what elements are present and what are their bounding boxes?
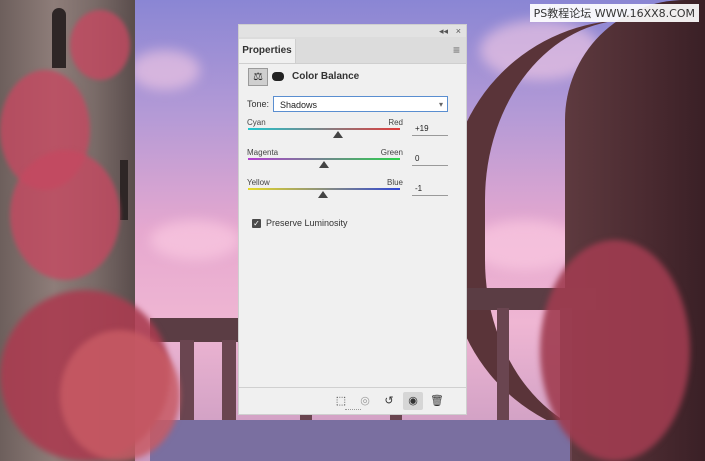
view-previous-state-icon[interactable]: ◎ [355, 392, 375, 410]
slider-magenta-green: Magenta Green 0 [239, 148, 466, 178]
slider-cyan-red: Cyan Red +19 [239, 118, 466, 148]
clip-to-layer-icon[interactable]: ⬚ [331, 392, 351, 410]
preserve-luminosity-label: Preserve Luminosity [266, 218, 348, 228]
slider-value-input[interactable]: -1 [412, 182, 448, 196]
mask-icon[interactable] [270, 68, 286, 86]
properties-panel: ◂◂ × Properties ≡ ⚖ Color Balance Tone: … [238, 24, 467, 415]
trash-icon[interactable]: 🗑 [427, 392, 447, 410]
slider-right-label: Red [388, 118, 403, 127]
slider-right-label: Green [380, 148, 403, 157]
close-button[interactable]: × [456, 25, 461, 37]
tab-properties[interactable]: Properties [239, 39, 296, 63]
slider-thumb[interactable] [319, 161, 329, 168]
panel-footer: ⬚ ◎ ↺ ◉ 🗑 [239, 387, 466, 414]
panel-topbar: ◂◂ × [239, 25, 466, 37]
slider-yellow-blue: Yellow Blue -1 [239, 178, 466, 208]
collapse-button[interactable]: ◂◂ [439, 25, 448, 37]
preserve-luminosity-row: ✓ Preserve Luminosity [239, 216, 466, 234]
watermark: PS教程论坛 WWW.16XX8.COM [529, 4, 699, 22]
slider-right-label: Blue [386, 178, 403, 187]
tone-select[interactable]: Shadows ▾ [273, 96, 448, 112]
tone-row: Tone: Shadows ▾ [239, 94, 466, 118]
slider-track[interactable] [248, 188, 400, 190]
tone-select-value: Shadows [280, 100, 318, 110]
slider-track[interactable] [248, 158, 400, 160]
slider-left-label: Yellow [247, 178, 270, 187]
adjustment-title: Color Balance [292, 71, 360, 82]
menu-icon[interactable]: ≡ [453, 43, 460, 57]
slider-left-label: Cyan [247, 118, 266, 127]
preserve-luminosity-checkbox[interactable]: ✓ [252, 219, 261, 228]
slider-thumb[interactable] [318, 191, 329, 198]
slider-value-input[interactable]: 0 [412, 152, 448, 166]
chevron-down-icon: ▾ [438, 100, 443, 109]
reset-icon[interactable]: ↺ [379, 392, 399, 410]
slider-left-label: Magenta [247, 148, 279, 157]
visibility-eye-icon[interactable]: ◉ [403, 392, 423, 410]
adjustment-header: ⚖ Color Balance [239, 64, 466, 90]
slider-track[interactable] [248, 128, 400, 130]
slider-thumb[interactable] [333, 131, 344, 138]
tone-label: Tone: [247, 99, 270, 109]
tab-row: Properties ≡ [239, 37, 466, 64]
slider-value-input[interactable]: +19 [412, 122, 448, 136]
balance-scale-icon[interactable]: ⚖ [248, 68, 268, 86]
resize-grip[interactable] [345, 409, 361, 414]
